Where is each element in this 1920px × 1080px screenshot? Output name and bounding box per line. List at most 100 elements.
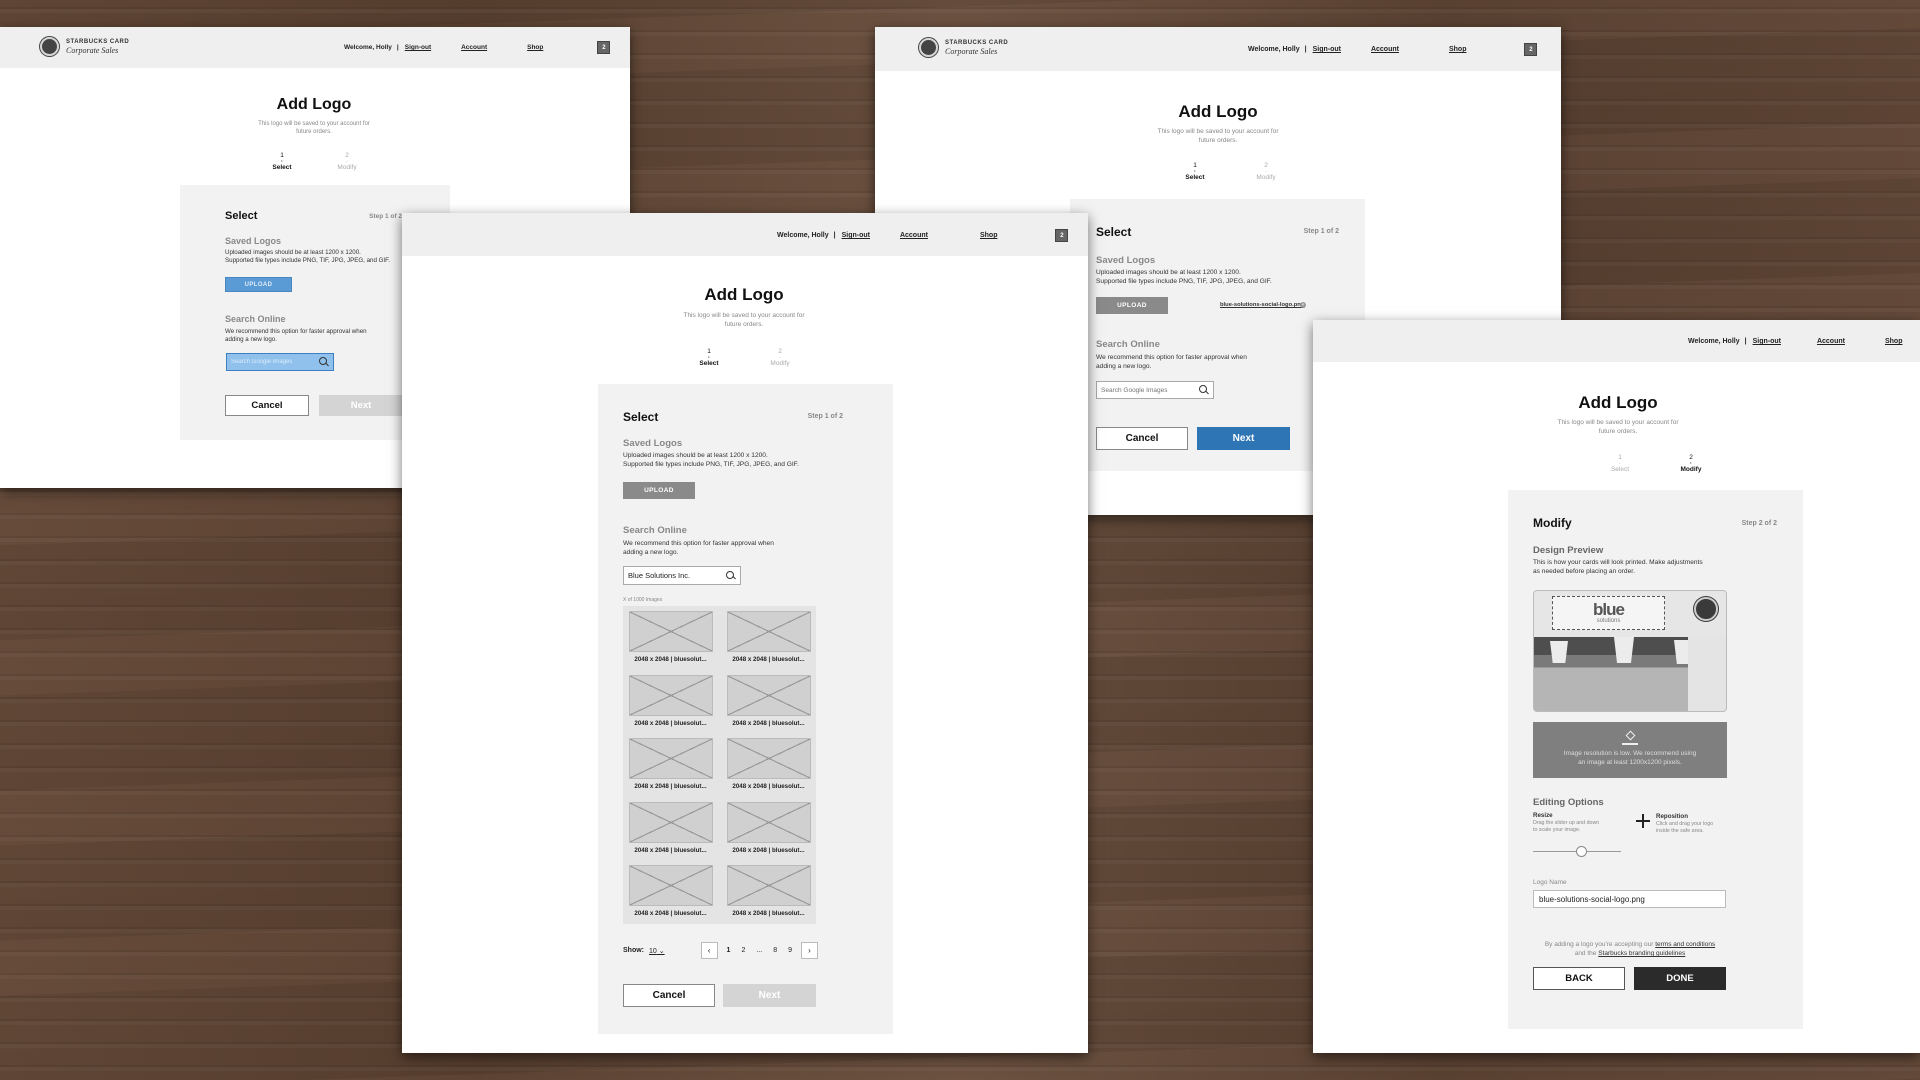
search-query[interactable]: Blue Solutions Inc. xyxy=(628,571,690,580)
upload-button[interactable]: UPLOAD xyxy=(623,482,695,499)
step-label: Modify xyxy=(1256,174,1276,182)
step-modify: 2 · Modify xyxy=(1676,454,1706,474)
card-photo xyxy=(1534,637,1726,711)
image-placeholder xyxy=(726,801,811,843)
site-header: Welcome, Holly | Sign-out Account Shop xyxy=(1313,320,1920,362)
page-number[interactable]: 1 xyxy=(727,947,731,954)
account-link[interactable]: Account xyxy=(1817,338,1845,345)
step-label: Select xyxy=(1610,466,1630,474)
account-link[interactable]: Account xyxy=(461,44,487,51)
site-header: Welcome, Holly | Sign-out Account Shop 2 xyxy=(402,213,1088,256)
welcome-text: Welcome, Holly xyxy=(1248,46,1300,53)
help-line: Drag the slider up and down xyxy=(1533,820,1600,826)
remove-file-icon[interactable]: × xyxy=(1300,302,1306,308)
result-tile[interactable]: 2048 x 2048 | bluesolut... xyxy=(726,865,811,919)
upload-button[interactable]: UPLOAD xyxy=(1096,297,1168,314)
help-line: Supported file types include PNG, TIF, J… xyxy=(1096,277,1272,285)
page-title: Add Logo xyxy=(1178,102,1258,121)
search-icon[interactable] xyxy=(319,357,329,367)
shop-link[interactable]: Shop xyxy=(980,232,998,239)
design-preview-heading: Design Preview xyxy=(1533,545,1604,556)
resize-slider[interactable] xyxy=(1533,846,1621,857)
page-title: Add Logo xyxy=(276,96,352,113)
help-line: Uploaded images should be at least 1200 … xyxy=(225,249,361,256)
subtitle-line: This logo will be saved to your account … xyxy=(258,121,370,127)
window-search-results: Welcome, Holly | Sign-out Account Shop 2 … xyxy=(402,213,1088,1053)
next-page-button[interactable]: › xyxy=(801,942,818,959)
done-button[interactable]: DONE xyxy=(1634,967,1726,990)
result-tile[interactable]: 2048 x 2048 | bluesolut... xyxy=(628,674,713,729)
panel-title: Modify xyxy=(1533,516,1572,530)
help-line: We recommend this option for faster appr… xyxy=(1096,354,1247,361)
result-tile[interactable]: 2048 x 2048 | bluesolut... xyxy=(726,801,811,856)
help-line: to scale your image. xyxy=(1533,826,1581,833)
sign-out-link[interactable]: Sign-out xyxy=(1753,338,1781,345)
account-link[interactable]: Account xyxy=(900,232,928,239)
result-tile[interactable]: 2048 x 2048 | bluesolut... xyxy=(726,738,811,792)
guidelines-link[interactable]: Starbucks branding guidelines xyxy=(1598,950,1685,957)
result-tile[interactable]: 2048 x 2048 | bluesolut... xyxy=(726,611,811,665)
logo-safe-area[interactable]: blue solutions xyxy=(1552,596,1665,630)
site-header: STARBUCKS CARD Corporate Sales Welcome, … xyxy=(875,27,1561,71)
result-caption: 2048 x 2048 | bluesolut... xyxy=(634,656,707,663)
step-select: 1 · Select xyxy=(267,152,297,172)
shop-link[interactable]: Shop xyxy=(1885,338,1903,345)
saved-file-name: blue-solutions-social-logo.png xyxy=(1220,302,1304,310)
terms-link[interactable]: terms and conditions xyxy=(1655,941,1715,948)
page-size-select[interactable]: 10 ⌄ xyxy=(649,947,665,955)
result-tile[interactable]: 2048 x 2048 | bluesolut... xyxy=(628,611,713,665)
welcome-text: Welcome, Holly xyxy=(777,232,829,239)
panel-title: Select xyxy=(1096,225,1132,239)
search-icon[interactable] xyxy=(1199,385,1209,395)
cart-icon[interactable]: 2 xyxy=(1055,229,1069,242)
back-button[interactable]: BACK xyxy=(1533,967,1625,990)
shop-link[interactable]: Shop xyxy=(1449,46,1467,53)
logo-name-value: blue-solutions-social-logo.png xyxy=(1539,894,1645,904)
sign-out-link[interactable]: Sign-out xyxy=(1313,46,1341,53)
cart-icon[interactable]: 2 xyxy=(1524,43,1538,56)
page-number[interactable]: 9 xyxy=(788,947,792,954)
search-input[interactable] xyxy=(231,359,310,365)
page-subtitle: This logo will be saved to your account … xyxy=(875,128,1561,146)
window-modify: Welcome, Holly | Sign-out Account Shop Ad… xyxy=(1313,320,1920,1053)
search-input[interactable] xyxy=(1101,386,1188,394)
step-modify: 2 · Modify xyxy=(1251,162,1281,182)
resize-slider-handle[interactable] xyxy=(1576,846,1588,857)
prev-page-button[interactable]: ‹ xyxy=(700,942,718,959)
search-online-heading: Search Online xyxy=(1096,339,1160,350)
search-online-help: We recommend this option for faster appr… xyxy=(623,540,774,557)
saved-logos-heading: Saved Logos xyxy=(623,438,683,449)
result-caption: 2048 x 2048 | bluesolut... xyxy=(732,846,805,854)
cancel-button[interactable]: Cancel xyxy=(623,984,715,1007)
result-tile[interactable]: 2048 x 2048 | bluesolut... xyxy=(628,738,713,792)
page-number[interactable]: 8 xyxy=(773,947,777,954)
result-tile[interactable]: 2048 x 2048 | bluesolut... xyxy=(628,865,713,919)
page-number[interactable]: 2 xyxy=(741,947,745,954)
cancel-button[interactable]: Cancel xyxy=(1096,427,1188,450)
shop-link[interactable]: Shop xyxy=(527,44,543,51)
step-label: Select xyxy=(272,164,292,172)
next-button[interactable]: Next xyxy=(319,395,403,416)
step-indicator: Step 1 of 2 xyxy=(1303,228,1339,235)
page-title: Add Logo xyxy=(704,285,784,304)
step-label: Modify xyxy=(1680,466,1702,474)
image-placeholder xyxy=(726,611,811,652)
account-link[interactable]: Account xyxy=(1371,46,1399,53)
result-tile[interactable]: 2048 x 2048 | bluesolut... xyxy=(726,674,811,729)
sign-out-link[interactable]: Sign-out xyxy=(405,44,431,51)
move-icon[interactable] xyxy=(1636,814,1650,828)
select-panel: Select Step 1 of 2 Saved Logos Uploaded … xyxy=(598,384,893,1034)
cart-icon[interactable]: 2 xyxy=(597,41,611,54)
next-button[interactable]: Next xyxy=(1197,427,1290,450)
result-tile[interactable]: 2048 x 2048 | bluesolut... xyxy=(628,801,713,856)
cancel-button[interactable]: Cancel xyxy=(225,395,309,416)
next-button[interactable]: Next xyxy=(723,984,816,1007)
search-online-heading: Search Online xyxy=(623,525,687,536)
page-subtitle: This logo will be saved to your account … xyxy=(194,120,434,136)
upload-button[interactable]: UPLOAD xyxy=(225,277,292,292)
sign-out-link[interactable]: Sign-out xyxy=(842,232,870,239)
logo-name-field[interactable]: blue-solutions-social-logo.png xyxy=(1533,890,1726,908)
reposition-help: Click and drag your logo inside the safe … xyxy=(1656,821,1713,835)
search-icon[interactable] xyxy=(726,570,736,581)
result-caption: 2048 x 2048 | bluesolut... xyxy=(634,846,707,854)
